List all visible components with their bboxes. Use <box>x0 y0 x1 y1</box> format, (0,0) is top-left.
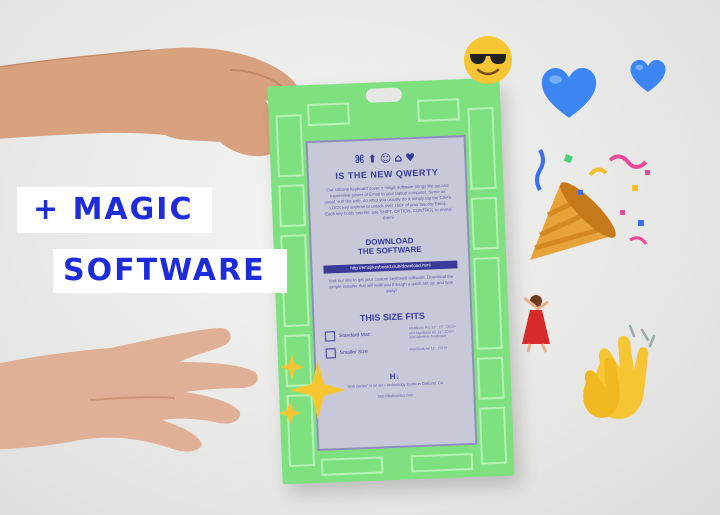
sparkles-icon <box>279 354 346 424</box>
checkbox-outline <box>324 330 336 342</box>
download-copy: Visit our site to get your custom keyboa… <box>328 273 454 294</box>
clapping-hands-icon <box>583 324 656 419</box>
size-detail: MacBook Pro 13", 15", 2012+ and MacBook … <box>408 324 457 340</box>
hang-hole <box>365 87 403 103</box>
caption-line1: + MAGIC <box>17 187 212 233</box>
package-intro-copy: Our silicone keyboard cover + magic soft… <box>324 182 452 221</box>
size-label: Standard Mac <box>338 331 371 339</box>
size-detail: MacBook Air 11", 2010+ <box>409 346 448 352</box>
photo-scene: ⌘⬆☺⌂♥ IS THE NEW QWERTY Our silicone key… <box>0 0 720 515</box>
caption-line2: SOFTWARE <box>53 249 287 293</box>
top-hand <box>0 47 300 157</box>
party-popper-icon <box>530 148 650 260</box>
heart-small-icon <box>630 59 666 92</box>
sunglasses-emoji-icon <box>464 36 512 84</box>
dancer-icon <box>522 295 550 353</box>
download-heading: DOWNLOAD THE SOFTWARE <box>311 234 468 258</box>
emoji-glyph-logo: ⌘⬆☺⌂♥ <box>354 150 419 167</box>
bottom-hand <box>0 328 258 452</box>
heart-large-icon <box>541 68 597 118</box>
